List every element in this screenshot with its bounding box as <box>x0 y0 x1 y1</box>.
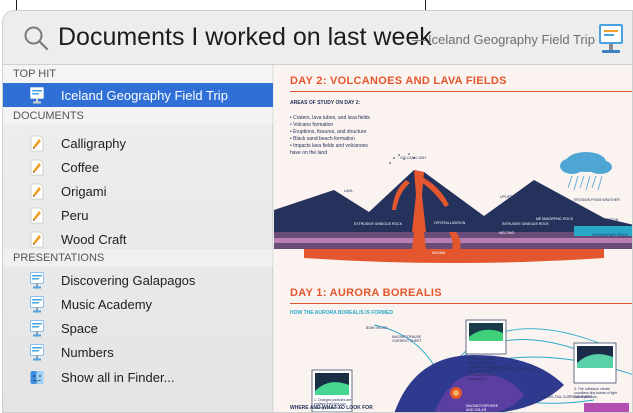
rain-cloud-icon <box>560 152 612 191</box>
bullet-item: • Eruptions, fissures, and structure <box>290 129 367 135</box>
result-document[interactable]: Coffee <box>3 155 273 179</box>
result-document[interactable]: Peru <box>3 203 273 227</box>
preview-pane[interactable]: DAY 2: VOLCANOES AND LAVA FIELDS AREAS O… <box>274 65 632 412</box>
pages-icon <box>30 159 44 175</box>
pages-icon <box>30 183 44 199</box>
show-all-in-finder[interactable]: Show all in Finder... <box>3 365 273 389</box>
pages-icon <box>30 207 44 223</box>
results-list: TOP HIT Iceland Geography Field Trip DOC… <box>3 65 273 412</box>
suggestion-separator: — <box>412 31 426 47</box>
result-label: Music Academy <box>61 296 153 312</box>
label-sedimentary: SEDIMENTARY ROCK <box>592 233 628 237</box>
keynote-icon <box>30 319 44 336</box>
result-label: Iceland Geography Field Trip <box>61 87 228 103</box>
slide-title: DAY 1: AURORA BOREALIS <box>290 287 442 299</box>
section-header-top-hit: TOP HIT <box>3 65 273 83</box>
label-magma: MAGMA <box>432 251 446 255</box>
label-cross-tail: CROSS-TAIL CURRENT SHEET <box>541 395 593 399</box>
bullet-item: • Craters, lava tubes, and lava fields <box>290 115 370 121</box>
title-underline <box>290 91 632 92</box>
search-suggestion: Iceland Geography Field Trip <box>428 32 595 47</box>
label-uplift: UPLIFT TO SURFACE <box>500 195 536 199</box>
slide-subtitle: AREAS OF STUDY ON DAY 2: <box>290 100 361 106</box>
pages-icon <box>30 231 44 247</box>
slide-title: DAY 2: VOLCANOES AND LAVA FIELDS <box>290 75 507 87</box>
result-label: Calligraphy <box>61 135 127 151</box>
bullet-item: • Black sand beach formation <box>290 136 355 142</box>
label-magnetosphere: MAGNETOSPHERE AND SOLAR WIND <box>466 404 499 412</box>
result-label: Discovering Galapagos <box>61 272 196 288</box>
section-header-documents: DOCUMENTS <box>3 107 273 125</box>
pages-icon <box>30 135 44 151</box>
keynote-icon <box>599 24 623 53</box>
result-label: Origami <box>61 183 107 199</box>
keynote-icon <box>30 295 44 312</box>
label-melting: MELTING <box>499 231 515 235</box>
label-intrusive: INTRUSIVE IGNEOUS ROCK <box>502 222 549 226</box>
search-bar[interactable]: Documents I worked on last week — Icelan… <box>3 11 632 65</box>
result-presentation[interactable]: Discovering Galapagos <box>3 268 273 292</box>
result-presentation[interactable]: Numbers <box>3 340 273 364</box>
result-presentation[interactable]: Space <box>3 316 273 340</box>
search-icon <box>24 26 49 51</box>
label-lava: LAVA <box>344 189 353 193</box>
label-crystallization: CRYSTALLIZATION <box>434 221 466 225</box>
label-volcanic-ash: VOLCANIC ASH <box>400 156 426 160</box>
title-underline <box>290 303 632 304</box>
bullet-item: • Volcano formation <box>290 122 334 128</box>
result-label: Wood Craft <box>61 231 127 247</box>
result-document[interactable]: Wood Craft <box>3 227 273 251</box>
keynote-icon <box>30 86 44 103</box>
label-sedimentation: SEDIMENTATION <box>590 218 619 222</box>
result-label: Peru <box>61 207 89 223</box>
result-label: Space <box>61 320 98 336</box>
label-erosion: EROSION FROM WEATHER <box>574 198 620 202</box>
result-label: Numbers <box>61 344 114 360</box>
finder-icon <box>30 370 44 384</box>
section-header-presentations: PRESENTATIONS <box>3 249 273 267</box>
spotlight-window: Documents I worked on last week — Icelan… <box>2 10 633 413</box>
result-document[interactable]: Calligraphy <box>3 131 273 155</box>
label-particles: 2. These particles penetrate Earth's mag… <box>468 357 507 381</box>
bullet-item: • Impacts lava fields and volcanoes <box>290 143 368 149</box>
label-bow-shock: BOW SHOCK <box>366 326 388 330</box>
label-current-sheet: MAGNETOPAUSE CURRENT SHEET <box>392 335 422 343</box>
result-document[interactable]: Origami <box>3 179 273 203</box>
label-metamorphic: METAMORPHIC ROCK <box>536 217 574 221</box>
keynote-icon <box>30 343 44 360</box>
result-top-hit[interactable]: Iceland Geography Field Trip <box>3 83 273 107</box>
slide-footer: WHERE AND WHAT TO LOOK FOR <box>290 405 373 411</box>
result-label: Coffee <box>61 159 100 175</box>
search-input[interactable]: Documents I worked on last week <box>58 21 432 53</box>
result-presentation[interactable]: Music Academy <box>3 292 273 316</box>
show-all-label: Show all in Finder... <box>61 369 175 385</box>
label-extrusive: EXTRUSIVE IGNEOUS ROCK <box>354 222 403 226</box>
volcano-diagram <box>274 152 632 263</box>
keynote-icon <box>30 271 44 288</box>
